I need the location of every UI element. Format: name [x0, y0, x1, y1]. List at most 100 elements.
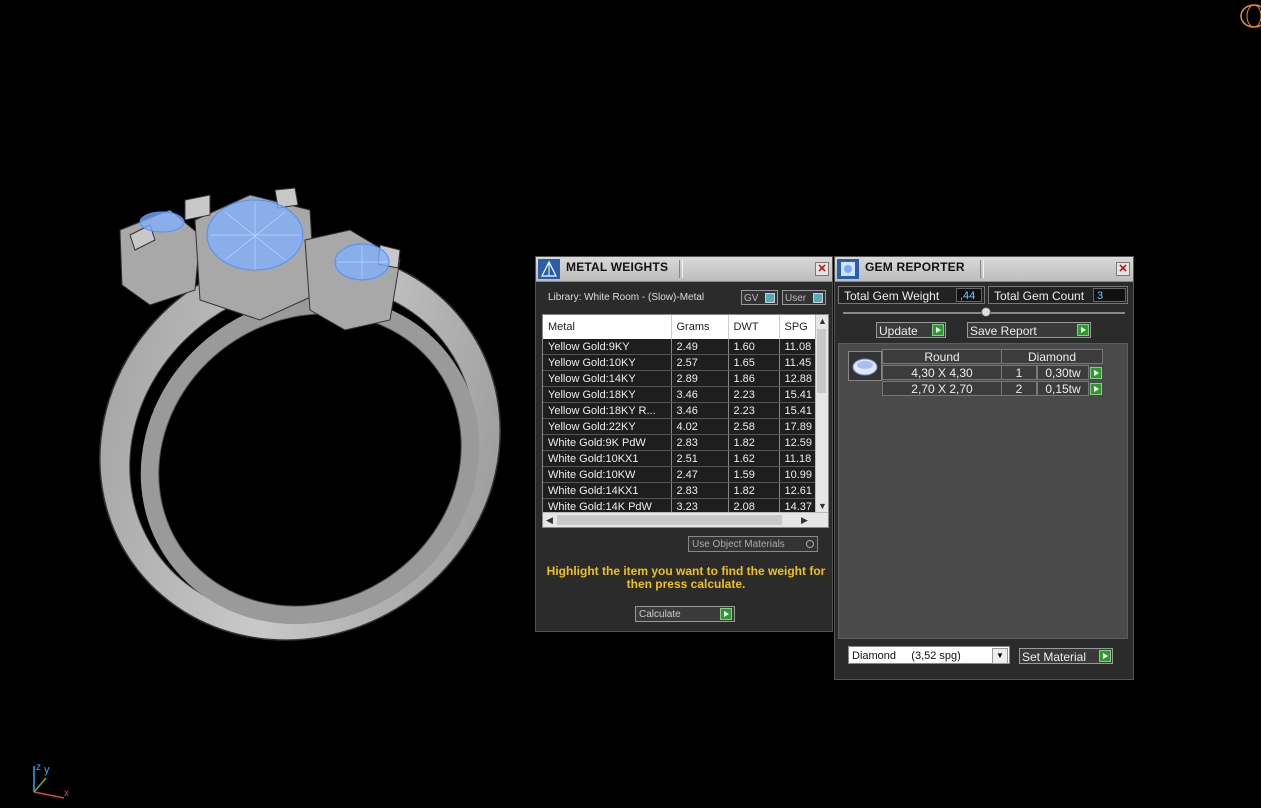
metal-weights-panel: METAL WEIGHTS ✕ Library: White Room - (S… [535, 256, 833, 632]
size-slider[interactable] [843, 307, 1125, 317]
vertical-scrollbar[interactable]: ▲ ▼ [815, 315, 828, 512]
horizontal-scrollbar[interactable]: ◀ ▶ [543, 512, 828, 527]
material-select-value: Diamond (3,52 spg) [852, 650, 961, 662]
select-gem-button[interactable] [1090, 383, 1102, 395]
dwt-cell: 1.86 [728, 370, 780, 387]
total-gem-count-value: 3 [1093, 288, 1126, 302]
column-header-metal[interactable]: Metal [543, 315, 672, 339]
round-gem-icon [848, 351, 882, 381]
radio-icon [806, 540, 814, 548]
column-header-grams[interactable]: Grams [671, 315, 729, 339]
library-label: Library: White Room - (Slow)-Metal [548, 292, 705, 303]
material-header: Diamond [1001, 349, 1103, 364]
metal-name-cell: White Gold:10KX1 [543, 450, 672, 467]
table-row[interactable]: White Gold:10KX1 2.51 1.62 11.18 [543, 450, 824, 467]
metal-name-cell: Yellow Gold:22KY [543, 418, 672, 435]
set-material-label: Set Material [1022, 650, 1087, 664]
ring-model[interactable] [60, 180, 530, 650]
gem-size: 4,30 X 4,30 [882, 365, 1002, 380]
dwt-cell: 2.23 [728, 386, 780, 403]
slider-knob[interactable] [981, 307, 991, 317]
table-row[interactable]: White Gold:9K PdW 2.83 1.82 12.59 [543, 434, 824, 451]
gem-count: 1 [1001, 365, 1037, 380]
gem-reporter-panel: GEM REPORTER ✕ Total Gem Weight ,44 Tota… [834, 256, 1134, 680]
gv-label: GV [744, 293, 759, 304]
metal-name-cell: Yellow Gold:18KY [543, 386, 672, 403]
user-label: User [785, 293, 807, 304]
grams-cell: 4.02 [671, 418, 729, 435]
chevron-down-icon[interactable]: ▼ [992, 648, 1008, 664]
scroll-right-icon[interactable]: ▶ [801, 514, 808, 526]
toggle-icon [813, 293, 823, 303]
gem-count: 2 [1001, 381, 1037, 396]
axis-gizmo: z y x [28, 760, 78, 808]
gem-reporter-titlebar[interactable]: GEM REPORTER ✕ [835, 257, 1133, 282]
close-icon[interactable]: ✕ [1116, 262, 1130, 276]
grams-cell: 2.83 [671, 482, 729, 499]
orbit-icon[interactable] [1238, 0, 1261, 34]
scroll-up-icon[interactable]: ▲ [818, 315, 827, 327]
update-button[interactable]: Update [876, 322, 946, 338]
dwt-cell: 1.82 [728, 434, 780, 451]
grams-cell: 2.49 [671, 339, 729, 355]
table-row[interactable]: White Gold:14KX1 2.83 1.82 12.61 [543, 482, 824, 499]
gem-list: Round Diamond 4,30 X 4,30 1 0,30tw 2,70 … [838, 343, 1128, 639]
dwt-cell: 1.60 [728, 339, 780, 355]
grams-cell: 2.83 [671, 434, 729, 451]
scroll-down-icon[interactable]: ▼ [818, 500, 827, 512]
metal-table[interactable]: Metal Grams DWT SPG Yellow Gold:9KY 2.49 1… [542, 314, 829, 528]
scroll-thumb[interactable] [557, 515, 782, 525]
axis-x-label: x [64, 788, 69, 799]
scroll-left-icon[interactable]: ◀ [546, 514, 553, 526]
table-row[interactable]: Yellow Gold:10KY 2.57 1.65 11.45 [543, 354, 824, 371]
grams-cell: 2.51 [671, 450, 729, 467]
close-icon[interactable]: ✕ [815, 262, 829, 276]
dwt-cell: 1.59 [728, 466, 780, 483]
table-row[interactable]: Yellow Gold:14KY 2.89 1.86 12.88 [543, 370, 824, 387]
gem-weight: 0,30tw [1037, 365, 1089, 380]
select-gem-button[interactable] [1090, 367, 1102, 379]
table-row[interactable]: Yellow Gold:9KY 2.49 1.60 11.08 [543, 339, 824, 355]
axis-z-label: z [36, 762, 41, 773]
total-gem-weight-label: Total Gem Weight [844, 289, 940, 303]
total-gem-weight-value: ,44 [956, 288, 982, 302]
scroll-thumb[interactable] [817, 329, 826, 393]
dwt-cell: 1.62 [728, 450, 780, 467]
toggle-icon [765, 293, 775, 303]
gem-size: 2,70 X 2,70 [882, 381, 1002, 396]
axis-y-label: y [44, 764, 50, 776]
dwt-cell: 2.23 [728, 402, 780, 419]
grams-cell: 3.46 [671, 402, 729, 419]
table-row[interactable]: Yellow Gold:18KY R... 3.46 2.23 15.41 [543, 402, 824, 419]
material-select[interactable]: Diamond (3,52 spg) ▼ [848, 646, 1010, 664]
titlebar-separator [980, 260, 984, 278]
save-report-button[interactable]: Save Report [967, 322, 1091, 338]
use-object-materials-label: Use Object Materials [692, 539, 785, 550]
table-row[interactable]: Yellow Gold:22KY 4.02 2.58 17.89 [543, 418, 824, 435]
grams-cell: 2.57 [671, 354, 729, 371]
play-icon [1077, 324, 1089, 336]
dwt-cell: 2.58 [728, 418, 780, 435]
metal-name-cell: Yellow Gold:14KY [543, 370, 672, 387]
calculate-button[interactable]: Calculate [635, 606, 735, 622]
column-header-dwt[interactable]: DWT [728, 315, 780, 339]
shape-header: Round [882, 349, 1002, 364]
instruction-text: Highlight the item you want to find the … [546, 564, 826, 591]
gem-report-icon [837, 259, 859, 279]
gem-weight: 0,15tw [1037, 381, 1089, 396]
titlebar-separator [679, 260, 683, 278]
play-icon [720, 608, 732, 620]
total-gem-count-label: Total Gem Count [994, 289, 1085, 303]
use-object-materials-option[interactable]: Use Object Materials [688, 536, 818, 552]
set-material-button[interactable]: Set Material [1019, 648, 1113, 664]
user-toggle[interactable]: User [782, 290, 826, 305]
metal-name-cell: White Gold:10KW [543, 466, 672, 483]
metal-name-cell: Yellow Gold:9KY [543, 339, 672, 355]
metal-name-cell: White Gold:14KX1 [543, 482, 672, 499]
grams-cell: 2.47 [671, 466, 729, 483]
gv-toggle[interactable]: GV [741, 290, 778, 305]
table-row[interactable]: Yellow Gold:18KY 3.46 2.23 15.41 [543, 386, 824, 403]
metal-weights-titlebar[interactable]: METAL WEIGHTS ✕ [536, 257, 832, 282]
table-row[interactable]: White Gold:10KW 2.47 1.59 10.99 [543, 466, 824, 483]
dwt-cell: 1.82 [728, 482, 780, 499]
